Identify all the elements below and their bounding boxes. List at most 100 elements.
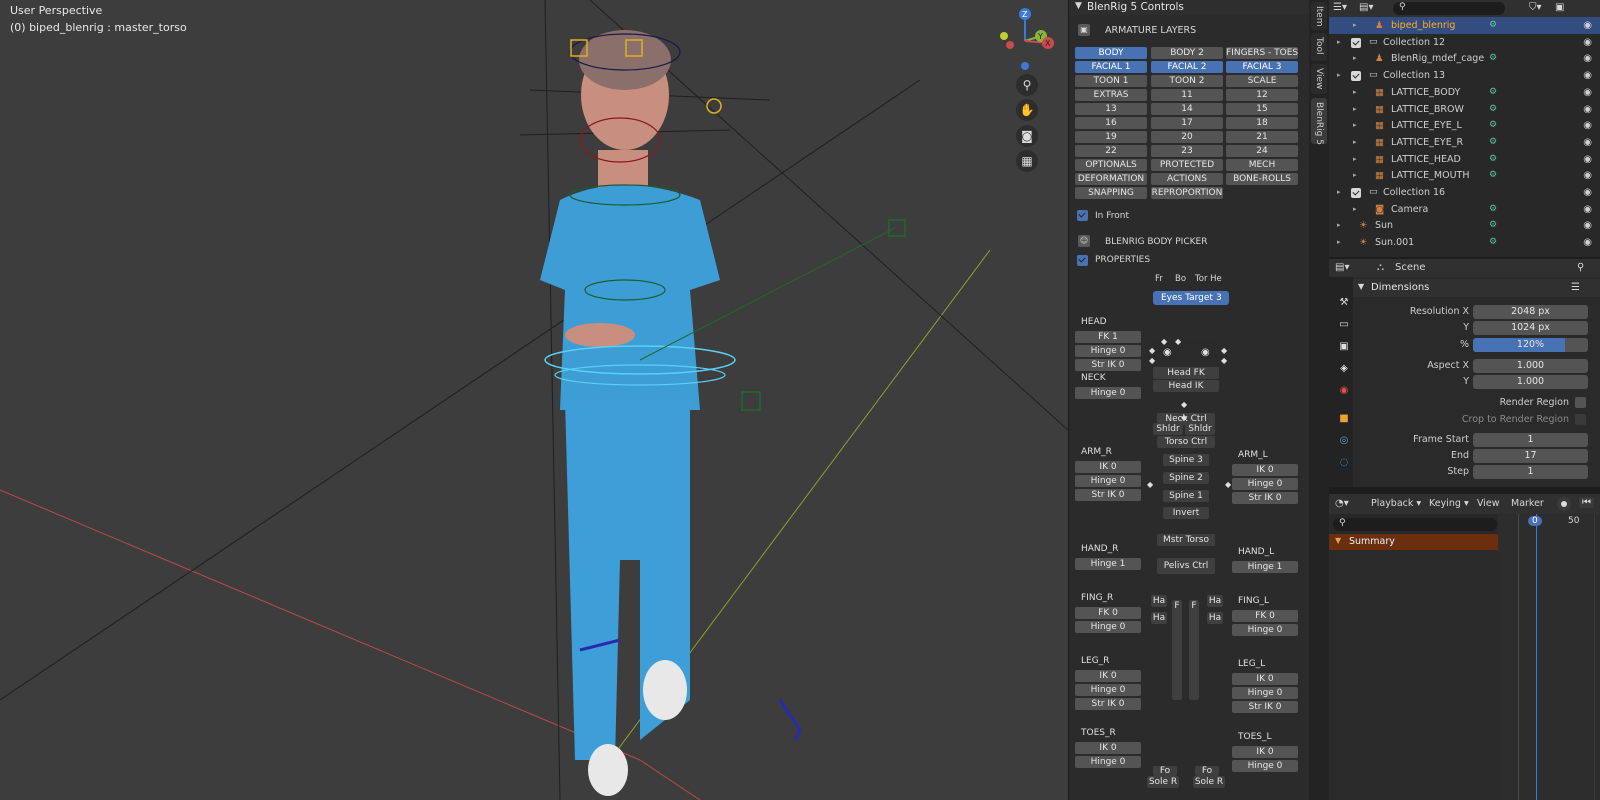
toes-l-ik-0-button[interactable]: IK 0 <box>1232 746 1298 758</box>
pelvis-ctrl-button[interactable]: Pelivs Ctrl <box>1157 558 1215 574</box>
expand-arrow-icon[interactable]: ▸ <box>1353 167 1357 184</box>
layer-button-toon-2[interactable]: TOON 2 <box>1151 75 1223 87</box>
layer-button-mech[interactable]: MECH <box>1226 159 1298 171</box>
layer-button-19[interactable]: 19 <box>1075 131 1147 143</box>
visibility-eye-icon[interactable]: ◉ <box>1583 151 1592 168</box>
head-str-ik-0-button[interactable]: Str IK 0 <box>1075 359 1141 371</box>
visibility-eye-icon[interactable]: ◉ <box>1583 84 1592 101</box>
leg-l-ik-0-button[interactable]: IK 0 <box>1232 673 1298 685</box>
marker-menu[interactable]: Marker <box>1511 498 1544 509</box>
collection-checkbox[interactable] <box>1351 37 1361 48</box>
head-fk-1-button[interactable]: FK 1 <box>1075 331 1141 343</box>
outliner-row-lattice-brow[interactable]: ▸ ▦ LATTICE_BROW ⚙ ◉ <box>1329 101 1600 118</box>
layer-button-actions[interactable]: ACTIONS <box>1151 173 1223 185</box>
picker-diamond-5[interactable]: ◆ <box>1221 356 1227 365</box>
layer-button-15[interactable]: 15 <box>1226 103 1298 115</box>
pin-icon[interactable]: ⚲ <box>1577 262 1584 273</box>
output-tab-icon[interactable]: ▣ <box>1336 339 1352 355</box>
visibility-eye-icon[interactable]: ◉ <box>1583 101 1592 118</box>
front-toggle[interactable]: Fr <box>1155 274 1163 284</box>
arm-l-ik-0-button[interactable]: IK 0 <box>1232 464 1298 476</box>
tab-tool[interactable]: Tool <box>1311 33 1327 61</box>
leg-l-str-ik-0-button[interactable]: Str IK 0 <box>1232 701 1298 713</box>
torso-head-toggle[interactable]: Tor He <box>1195 274 1222 284</box>
visibility-eye-icon[interactable]: ◉ <box>1583 50 1592 67</box>
jump-start-icon[interactable]: ⏮ <box>1579 497 1594 508</box>
new-collection-icon[interactable]: ▣ <box>1555 2 1564 13</box>
expand-arrow-icon[interactable]: ▸ <box>1337 234 1341 251</box>
leg-r-hinge-0-button[interactable]: Hinge 0 <box>1075 684 1141 696</box>
arm-r-str-ik-0-button[interactable]: Str IK 0 <box>1075 489 1141 501</box>
properties-checkbox[interactable] <box>1077 255 1088 266</box>
dimensions-panel-header[interactable]: ▼ Dimensions ☰ <box>1353 279 1600 297</box>
visibility-eye-icon[interactable]: ◉ <box>1583 201 1592 218</box>
visibility-eye-icon[interactable]: ◉ <box>1583 167 1592 184</box>
layer-button-13[interactable]: 13 <box>1075 103 1147 115</box>
fing-l-hinge-0-button[interactable]: Hinge 0 <box>1232 624 1298 636</box>
visibility-eye-icon[interactable]: ◉ <box>1583 117 1592 134</box>
world-tab-icon[interactable]: ◉ <box>1336 383 1352 399</box>
summary-channel[interactable]: ▼ Summary <box>1329 534 1498 550</box>
outliner-search-input[interactable]: ⚲ <box>1393 2 1505 15</box>
head-fk-button[interactable]: Head FK <box>1153 367 1219 379</box>
outliner-row-biped-blenrig[interactable]: ▸ ♟ biped_blenrig ⚙ ◉ <box>1329 17 1600 34</box>
layer-button-snapping[interactable]: SNAPPING <box>1075 187 1147 199</box>
object-tab-icon[interactable]: ■ <box>1336 411 1352 427</box>
hand-l-ha-button-2[interactable]: Ha <box>1207 612 1223 624</box>
expand-arrow-icon[interactable]: ▸ <box>1353 134 1357 151</box>
aspect-x-field[interactable]: 1.000 <box>1473 359 1588 373</box>
outliner-row-sun-001[interactable]: ▸ ☀ Sun.001 ⚙ ◉ <box>1329 234 1600 251</box>
expand-arrow-icon[interactable]: ▸ <box>1353 101 1357 118</box>
panel-header[interactable]: ▼ BlenRig 5 Controls <box>1069 0 1310 15</box>
visibility-eye-icon[interactable]: ◉ <box>1583 134 1592 151</box>
leg-r-str-ik-0-button[interactable]: Str IK 0 <box>1075 698 1141 710</box>
collapse-arrow-icon[interactable]: ▼ <box>1075 1 1082 11</box>
expand-arrow-icon[interactable]: ▸ <box>1337 217 1341 234</box>
timeline-editor-icon[interactable]: ◔▾ <box>1335 498 1349 509</box>
layer-button-reproportion[interactable]: REPROPORTION <box>1151 187 1223 199</box>
expand-arrow-icon[interactable]: ▸ <box>1353 84 1357 101</box>
leg-r-bar[interactable]: F <box>1172 600 1182 700</box>
hand-r-ha-button-2[interactable]: Ha <box>1151 612 1167 624</box>
layer-button-facial-3[interactable]: FACIAL 3 <box>1226 61 1298 73</box>
tool-tab-icon[interactable]: ⚒ <box>1336 295 1352 311</box>
hand-r-hinge-1-button[interactable]: Hinge 1 <box>1075 558 1141 570</box>
presets-icon[interactable]: ☰ <box>1571 282 1580 293</box>
outliner-row-blenrig-mdef-cage[interactable]: ▸ ♟ BlenRig_mdef_cage ⚙ ◉ <box>1329 50 1600 67</box>
timeline-view-menu[interactable]: View <box>1477 498 1500 509</box>
arm-l-hinge-0-button[interactable]: Hinge 0 <box>1232 478 1298 490</box>
resolution-y-field[interactable]: 1024 px <box>1473 321 1588 335</box>
eye-r-icon[interactable]: ◉ <box>1163 347 1172 358</box>
torso-ctrl-button[interactable]: Torso Ctrl <box>1157 436 1215 448</box>
filter-icon[interactable]: ⛉▾ <box>1529 2 1542 13</box>
shoulder-l-button[interactable]: Shldr <box>1185 423 1215 435</box>
navigation-gizmo[interactable]: Z Y X <box>990 6 1060 76</box>
layer-button-body[interactable]: BODY <box>1075 47 1147 59</box>
arm-r-ik-0-button[interactable]: IK 0 <box>1075 461 1141 473</box>
layer-button-24[interactable]: 24 <box>1226 145 1298 157</box>
layer-button-optionals[interactable]: OPTIONALS <box>1075 159 1147 171</box>
toes-l-hinge-0-button[interactable]: Hinge 0 <box>1232 760 1298 772</box>
master-torso-button[interactable]: Mstr Torso <box>1157 534 1215 546</box>
keying-menu[interactable]: Keying ▾ <box>1429 498 1469 509</box>
outliner-row-collection-16[interactable]: ▸ ▭ Collection 16 ◉ <box>1329 184 1600 201</box>
layer-button-20[interactable]: 20 <box>1151 131 1223 143</box>
picker-diamond-1[interactable]: ◆ <box>1175 337 1181 346</box>
outliner-row-collection-13[interactable]: ▸ ▭ Collection 13 ◉ <box>1329 67 1600 84</box>
foot-l-button[interactable]: Fo <box>1195 766 1219 776</box>
spine-2-button[interactable]: Spine 2 <box>1163 472 1209 484</box>
resolution-percent-slider[interactable]: 120% <box>1473 338 1588 352</box>
eye-l-icon[interactable]: ◉ <box>1201 347 1210 358</box>
crop-region-checkbox[interactable] <box>1575 414 1586 425</box>
layer-button-bone-rolls[interactable]: BONE-ROLLS <box>1226 173 1298 185</box>
outliner-row-lattice-eye-l[interactable]: ▸ ▦ LATTICE_EYE_L ⚙ ◉ <box>1329 117 1600 134</box>
visibility-eye-icon[interactable]: ◉ <box>1583 217 1592 234</box>
frame-end-field[interactable]: 17 <box>1473 449 1588 463</box>
record-button[interactable] <box>1557 497 1571 511</box>
neck-hinge-0-button[interactable]: Hinge 0 <box>1075 387 1141 399</box>
visibility-eye-icon[interactable]: ◉ <box>1583 67 1592 84</box>
picker-diamond-4[interactable]: ◆ <box>1221 346 1227 355</box>
invert-button[interactable]: Invert <box>1163 507 1209 519</box>
layer-button-deformation[interactable]: DEFORMATION <box>1075 173 1147 185</box>
layer-button-22[interactable]: 22 <box>1075 145 1147 157</box>
